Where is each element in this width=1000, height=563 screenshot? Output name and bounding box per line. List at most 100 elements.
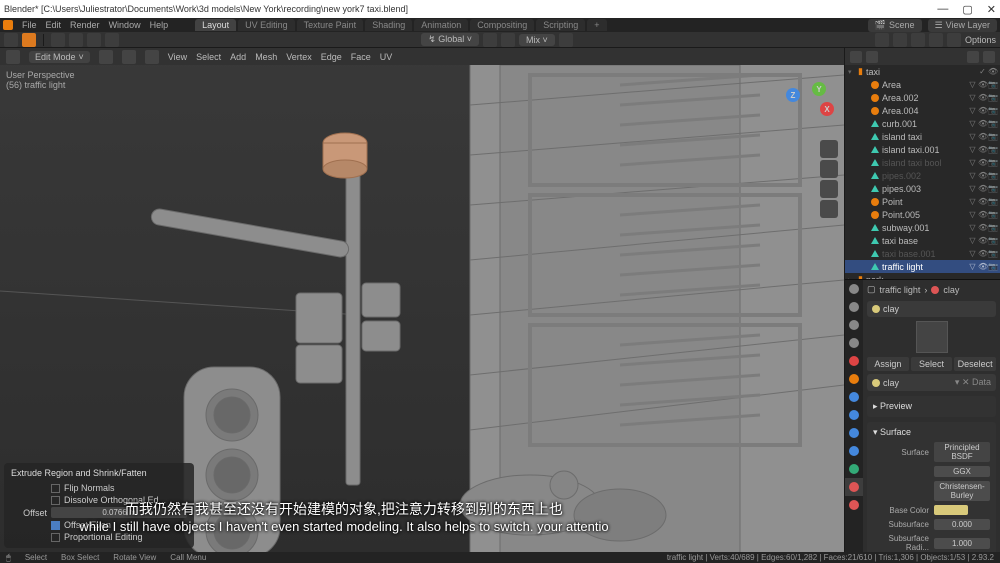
eye-icon[interactable]: 👁	[978, 93, 987, 102]
eye-icon[interactable]: 👁	[978, 249, 987, 258]
camera-icon[interactable]	[820, 180, 838, 198]
edge-select-icon[interactable]	[122, 50, 136, 64]
tab-uv[interactable]: UV Editing	[238, 19, 295, 31]
material-slot[interactable]: clay	[867, 301, 996, 317]
overlay-dropdown-icon[interactable]	[947, 33, 961, 47]
eye-icon[interactable]: 👁	[978, 184, 987, 193]
redo-panel[interactable]: Extrude Region and Shrink/Fatten Flip No…	[4, 463, 194, 548]
outliner-item[interactable]: Area.004▽👁📷	[845, 104, 1000, 117]
ortho-icon[interactable]	[820, 200, 838, 218]
render-icon[interactable]: 📷	[988, 197, 997, 206]
value-slider[interactable]: 1.000	[934, 538, 990, 549]
outliner-item[interactable]: subway.001▽👁📷	[845, 221, 1000, 234]
eye-icon[interactable]: 👁	[978, 132, 987, 141]
surface-shader-dropdown[interactable]: Principled BSDF	[934, 442, 990, 462]
props-tab-physics[interactable]	[845, 424, 863, 442]
dissolve-checkbox[interactable]	[51, 496, 60, 505]
overlay-icon2[interactable]	[893, 33, 907, 47]
3d-viewport[interactable]: Edit Mode ˅ View Select Add Mesh Vertex …	[0, 48, 844, 552]
proportional-checkbox[interactable]	[51, 533, 60, 542]
render-icon[interactable]: 📷	[988, 171, 997, 180]
minimize-button[interactable]: —	[937, 3, 948, 16]
eye-icon[interactable]: 👁	[978, 223, 987, 232]
render-icon[interactable]: 📷	[988, 93, 997, 102]
tab-layout[interactable]: Layout	[195, 19, 236, 31]
eye-icon[interactable]: 👁	[978, 262, 987, 271]
outliner-item[interactable]: taxi base▽👁📷	[845, 234, 1000, 247]
zoom-icon[interactable]	[820, 140, 838, 158]
tab-shading[interactable]: Shading	[365, 19, 412, 31]
tab-comp[interactable]: Compositing	[470, 19, 534, 31]
render-icon[interactable]: 📷	[988, 158, 997, 167]
menu-render[interactable]: Render	[70, 20, 100, 30]
props-tab-output[interactable]	[845, 298, 863, 316]
eye-icon[interactable]: 👁	[978, 236, 987, 245]
deselect-button[interactable]: Deselect	[954, 357, 996, 371]
props-tab-material[interactable]	[845, 478, 863, 496]
eye-icon[interactable]: 👁	[978, 158, 987, 167]
maximize-button[interactable]: ▢	[962, 3, 972, 16]
value-slider[interactable]: GGX	[934, 466, 990, 477]
options-dropdown[interactable]: Options	[965, 35, 996, 45]
eye-icon[interactable]: 👁	[978, 145, 987, 154]
render-icon[interactable]: 📷	[988, 249, 997, 258]
eye-icon[interactable]: 👁	[978, 119, 987, 128]
outliner-item[interactable]: island taxi bool▽👁📷	[845, 156, 1000, 169]
props-tab-view[interactable]	[845, 316, 863, 334]
vp-menu-mesh[interactable]: Mesh	[255, 52, 277, 62]
outliner-item[interactable]: taxi base.001▽👁📷	[845, 247, 1000, 260]
vp-menu-edge[interactable]: Edge	[321, 52, 342, 62]
outliner-new-icon[interactable]	[983, 51, 995, 63]
render-icon[interactable]: 📷	[988, 145, 997, 154]
face-select-icon[interactable]	[145, 50, 159, 64]
render-icon[interactable]: 📷	[988, 184, 997, 193]
xray-icon[interactable]	[911, 33, 925, 47]
tab-script[interactable]: Scripting	[536, 19, 585, 31]
surface-header[interactable]: ▾ Surface	[867, 425, 996, 440]
pan-icon[interactable]	[820, 160, 838, 178]
eye-icon[interactable]: 👁	[978, 197, 987, 206]
assign-button[interactable]: Assign	[867, 357, 909, 371]
scene-pill[interactable]: 🎬Scene	[868, 19, 922, 32]
orientation-dropdown[interactable]: ↯ Global ˅	[421, 33, 479, 46]
outliner-item[interactable]: Point.005▽👁📷	[845, 208, 1000, 221]
render-icon[interactable]: 📷	[988, 210, 997, 219]
eye-icon[interactable]: 👁	[978, 106, 987, 115]
outliner-collection2[interactable]: ▸▮park	[845, 273, 1000, 280]
cursor-tool-icon[interactable]	[4, 33, 18, 47]
props-tab-data[interactable]	[845, 460, 863, 478]
snap-icon[interactable]	[105, 33, 119, 47]
menu-help[interactable]: Help	[150, 20, 169, 30]
render-icon[interactable]: 📷	[988, 223, 997, 232]
menu-file[interactable]: File	[22, 20, 37, 30]
editor-type-icon[interactable]	[6, 50, 20, 64]
outliner-item[interactable]: Area▽👁📷	[845, 78, 1000, 91]
tab-texture[interactable]: Texture Paint	[297, 19, 364, 31]
gizmo-icon[interactable]	[929, 33, 943, 47]
move-tool-icon[interactable]	[22, 33, 36, 47]
outliner-item[interactable]: island taxi.001▽👁📷	[845, 143, 1000, 156]
vp-menu-vertex[interactable]: Vertex	[286, 52, 312, 62]
eye-icon[interactable]: 👁	[978, 171, 987, 180]
render-icon[interactable]: 📷	[988, 132, 997, 141]
vert-mode-icon[interactable]	[51, 33, 65, 47]
axis-z-icon[interactable]: Z	[786, 88, 800, 102]
props-tab-scene[interactable]	[845, 334, 863, 352]
nav-gizmo[interactable]: X Y Z	[782, 82, 834, 134]
outliner-item[interactable]: Point▽👁📷	[845, 195, 1000, 208]
viewlayer-pill[interactable]: ☰View Layer	[928, 19, 997, 32]
overlay-icon1[interactable]	[875, 33, 889, 47]
vp-menu-view[interactable]: View	[168, 52, 187, 62]
outliner-item[interactable]: traffic light▽👁📷	[845, 260, 1000, 273]
face-mode-icon[interactable]	[87, 33, 101, 47]
props-tab-modifier[interactable]	[845, 388, 863, 406]
properties-editor[interactable]: ▢traffic light ›clay clay Assign Select …	[845, 280, 1000, 552]
render-icon[interactable]: 📷	[988, 236, 997, 245]
outliner-type-icon[interactable]	[850, 51, 862, 63]
props-tab-particles[interactable]	[845, 406, 863, 424]
props-tab-world[interactable]	[845, 352, 863, 370]
edge-mode-icon[interactable]	[69, 33, 83, 47]
tab-add[interactable]: +	[587, 19, 606, 31]
preview-header[interactable]: ▸ Preview	[867, 399, 996, 414]
outliner-item[interactable]: pipes.003▽👁📷	[845, 182, 1000, 195]
